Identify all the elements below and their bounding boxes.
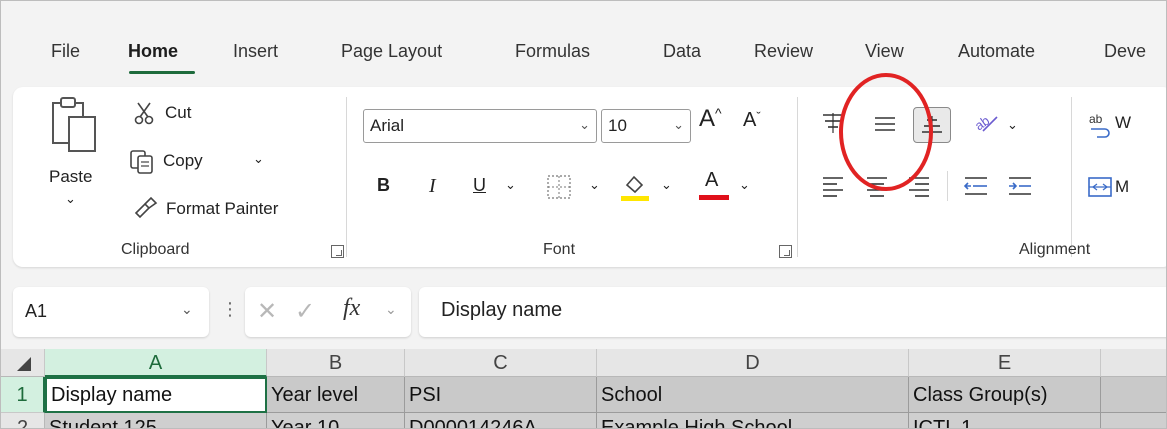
copy-icon xyxy=(130,150,153,174)
cell-a1[interactable]: Display name xyxy=(45,377,267,413)
select-all-corner[interactable] xyxy=(1,349,45,377)
cell-f1[interactable] xyxy=(1101,377,1166,413)
font-dialog-launcher-icon[interactable] xyxy=(779,245,792,258)
tab-insert[interactable]: Insert xyxy=(233,41,278,62)
font-name-value: Arial xyxy=(370,116,405,135)
tab-file[interactable]: File xyxy=(51,41,80,62)
font-group-label: Font xyxy=(543,241,576,258)
font-color-button[interactable]: A xyxy=(697,169,733,203)
row-header-2[interactable]: 2 xyxy=(1,413,45,428)
column-header-f[interactable] xyxy=(1101,349,1166,377)
tab-data[interactable]: Data xyxy=(663,41,701,62)
format-painter-button[interactable]: Format Painter xyxy=(166,199,278,219)
shrink-font-button[interactable]: Aˇ xyxy=(743,109,761,132)
font-color-letter: A xyxy=(705,169,719,191)
svg-text:ab: ab xyxy=(1089,112,1103,126)
align-left-icon[interactable] xyxy=(821,175,845,197)
wrap-text-icon[interactable]: ab xyxy=(1087,111,1113,139)
cell-e2[interactable]: ICTL 1 xyxy=(909,413,1101,428)
highlight-circle xyxy=(839,73,933,191)
underline-button[interactable]: U xyxy=(473,175,486,196)
bold-button[interactable]: B xyxy=(377,175,390,196)
chevron-down-icon: ⌄ xyxy=(673,117,684,132)
group-separator xyxy=(947,171,948,201)
select-all-icon xyxy=(17,357,31,371)
fill-color-dropdown-chevron[interactable]: ⌄ xyxy=(661,177,672,193)
tab-automate[interactable]: Automate xyxy=(958,41,1035,62)
formula-controls: ✕ ✓ fx ⌄ xyxy=(245,287,411,337)
orientation-icon[interactable]: ab xyxy=(973,111,1003,135)
tab-page-layout[interactable]: Page Layout xyxy=(341,41,442,62)
cell-b2[interactable]: Year 10 xyxy=(267,413,405,428)
cell-d1[interactable]: School xyxy=(597,377,909,413)
font-color-swatch xyxy=(699,195,729,200)
column-header-b[interactable]: B xyxy=(267,349,405,377)
chevron-down-icon: ⌄ xyxy=(579,117,590,132)
paste-icon[interactable] xyxy=(49,95,101,161)
format-painter-icon xyxy=(134,196,158,219)
font-size-select[interactable]: 10 ⌄ xyxy=(601,109,691,143)
name-box-value: A1 xyxy=(25,301,48,321)
cell-d2[interactable]: Example High School xyxy=(597,413,909,428)
cell-e1[interactable]: Class Group(s) xyxy=(909,377,1101,413)
excel-window: File Home Insert Page Layout Formulas Da… xyxy=(0,0,1167,429)
font-size-value: 10 xyxy=(608,116,627,135)
scissors-icon xyxy=(134,102,154,125)
increase-indent-icon[interactable] xyxy=(1007,175,1033,197)
cell-a2[interactable]: Student 125 xyxy=(45,413,267,428)
paste-label[interactable]: Paste xyxy=(49,167,92,187)
tab-home[interactable]: Home xyxy=(128,41,178,62)
column-header-e[interactable]: E xyxy=(909,349,1101,377)
shrink-font-letter: A xyxy=(743,109,757,131)
formula-value: Display name xyxy=(441,299,563,321)
more-options-icon[interactable]: ⋮ xyxy=(221,299,239,320)
cut-button[interactable]: Cut xyxy=(165,103,191,123)
name-box[interactable]: A1 ⌄ xyxy=(13,287,209,337)
cell-c2[interactable]: D000014246A xyxy=(405,413,597,428)
ribbon-tabs: File Home Insert Page Layout Formulas Da… xyxy=(1,1,1166,79)
group-separator xyxy=(346,97,347,257)
grow-font-letter: A xyxy=(699,105,716,132)
tab-developer[interactable]: Deve xyxy=(1104,41,1146,62)
ribbon: Paste ⌄ Cut Copy ⌄ Format Painter Clipbo… xyxy=(13,87,1166,267)
paste-dropdown-chevron[interactable]: ⌄ xyxy=(65,191,76,207)
column-header-d[interactable]: D xyxy=(597,349,909,377)
insert-function-icon[interactable]: fx xyxy=(343,295,360,322)
font-color-dropdown-chevron[interactable]: ⌄ xyxy=(739,177,750,193)
fill-color-icon[interactable] xyxy=(619,169,651,203)
cell-c1[interactable]: PSI xyxy=(405,377,597,413)
orientation-dropdown-chevron[interactable]: ⌄ xyxy=(1007,117,1018,133)
italic-button[interactable]: I xyxy=(429,175,436,198)
tab-view[interactable]: View xyxy=(865,41,904,62)
column-header-a[interactable]: A xyxy=(45,349,267,377)
wrap-text-label[interactable]: W xyxy=(1115,113,1131,133)
cell-b1[interactable]: Year level xyxy=(267,377,405,413)
copy-dropdown-chevron[interactable]: ⌄ xyxy=(253,151,264,167)
chevron-down-icon[interactable]: ⌄ xyxy=(385,301,397,318)
tab-review[interactable]: Review xyxy=(754,41,813,62)
clipboard-group-label: Clipboard xyxy=(121,241,190,258)
borders-dropdown-chevron[interactable]: ⌄ xyxy=(589,177,600,193)
tab-formulas[interactable]: Formulas xyxy=(515,41,590,62)
merge-center-label[interactable]: M xyxy=(1115,177,1129,197)
active-tab-indicator xyxy=(129,71,195,74)
formula-input[interactable]: Display name xyxy=(419,287,1166,337)
group-separator xyxy=(797,97,798,257)
column-header-c[interactable]: C xyxy=(405,349,597,377)
alignment-group-label: Alignment xyxy=(1019,241,1091,258)
decrease-indent-icon[interactable] xyxy=(963,175,989,197)
font-name-select[interactable]: Arial ⌄ xyxy=(363,109,597,143)
row-header-1[interactable]: 1 xyxy=(1,377,45,413)
group-separator xyxy=(1071,97,1072,257)
underline-dropdown-chevron[interactable]: ⌄ xyxy=(505,177,516,193)
cancel-icon[interactable]: ✕ xyxy=(257,297,277,326)
merge-center-icon[interactable] xyxy=(1087,175,1113,199)
grow-font-button[interactable]: A^ xyxy=(699,105,722,133)
cell-f2[interactable] xyxy=(1101,413,1166,428)
borders-icon[interactable] xyxy=(545,173,573,201)
clipboard-dialog-launcher-icon[interactable] xyxy=(331,245,344,258)
copy-button[interactable]: Copy xyxy=(163,151,203,171)
chevron-down-icon[interactable]: ⌄ xyxy=(181,301,193,318)
confirm-icon[interactable]: ✓ xyxy=(295,297,315,326)
